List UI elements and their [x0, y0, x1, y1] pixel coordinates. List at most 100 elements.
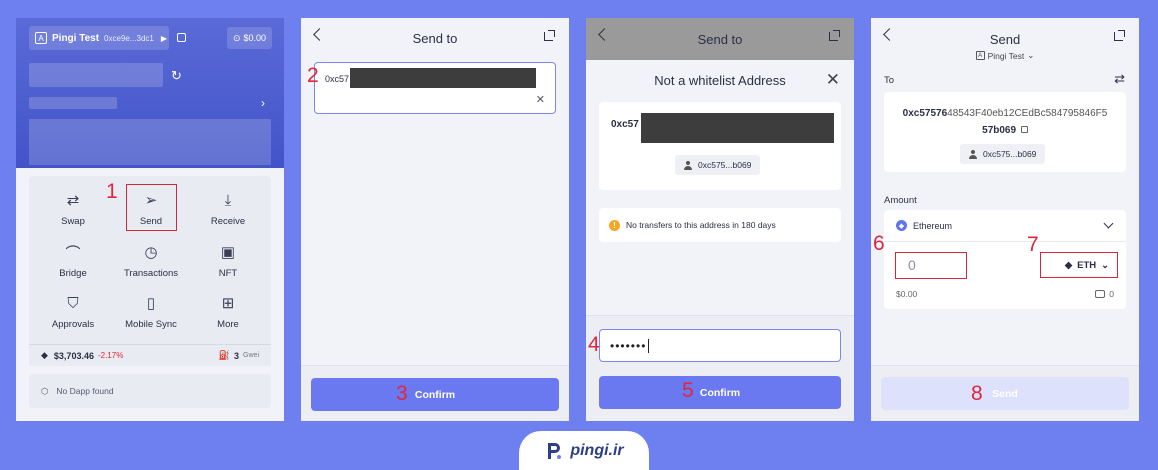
shield-icon: ⛉: [67, 294, 79, 312]
wallet-home-panel: A Pingi Test 0xce9e...3dc1 ▶ ⊙ $0.00 ↻ ›…: [16, 18, 284, 421]
confirm-label: Confirm: [699, 386, 741, 399]
clock-icon: ◷: [144, 244, 158, 261]
action-transactions[interactable]: ◷ Transactions: [111, 238, 191, 288]
asset-selector[interactable]: ◆ Ethereum: [884, 210, 1126, 242]
password-input[interactable]: •••••••: [599, 329, 841, 362]
address-input[interactable]: 0xc57 ✕: [314, 62, 556, 114]
to-label: To: [884, 75, 895, 86]
action-label: Transactions: [123, 268, 179, 279]
send-button[interactable]: Send: [881, 377, 1129, 410]
back-icon[interactable]: [598, 28, 611, 41]
action-swap[interactable]: ⇄ Swap: [33, 186, 113, 236]
gas-indicator[interactable]: ⛽ 3 Gwei: [219, 350, 259, 361]
back-icon[interactable]: [313, 28, 326, 41]
balance-value: $0.00: [243, 33, 267, 43]
copy-icon[interactable]: [177, 33, 186, 42]
chevron-right-icon[interactable]: ›: [261, 96, 265, 110]
swap-arrows-icon[interactable]: ⇄: [1114, 71, 1125, 87]
eth-change: -2.17%: [97, 351, 124, 360]
asset-name: Ethereum: [913, 220, 953, 231]
gas-unit: Gwei: [243, 352, 259, 359]
amount-label: Amount: [884, 195, 917, 206]
dapp-section: ⬡ No Dapp found: [29, 374, 271, 408]
step-6-label: 6: [873, 232, 885, 255]
chevron-down-icon: [1103, 218, 1114, 229]
confirm-button[interactable]: Confirm: [311, 378, 559, 411]
highlight-send: [126, 184, 177, 231]
highlight-amount: [895, 252, 967, 279]
account-badge: A: [35, 32, 47, 44]
whitelist-modal: Not a whitelist Address ✕ 0xc57 0xc575..…: [586, 60, 854, 421]
send-label: Send: [992, 387, 1018, 400]
address-chip[interactable]: 0xc575...b069: [960, 144, 1046, 164]
account-name: Pingi Test: [52, 32, 100, 44]
bridge-icon: ⌒: [65, 244, 81, 262]
usd-value: $0.00: [896, 289, 918, 299]
nft-icon: ▣: [220, 244, 236, 261]
account-address: 0xce9e...3dc1: [104, 33, 154, 43]
step-2-label: 2: [307, 64, 319, 87]
account-selector[interactable]: A Pingi Test ⌄: [871, 50, 1139, 61]
close-icon[interactable]: ✕: [826, 70, 840, 90]
grid-icon: ⊞: [221, 295, 235, 312]
warning-icon: !: [609, 219, 620, 231]
placeholder-line: [29, 97, 117, 109]
wallet-balance-value: 0: [1109, 289, 1114, 299]
address-tail: 57b069: [982, 125, 1017, 136]
redacted-block: [641, 113, 834, 143]
warning-text: No transfers to this address in 180 days: [626, 220, 776, 230]
page-title: Send: [989, 32, 1021, 47]
address-card: 0xc57 0xc575...b069: [599, 102, 841, 190]
wallet-icon: [1095, 290, 1106, 298]
clear-icon[interactable]: ✕: [536, 93, 545, 106]
warning-card: ! No transfers to this address in 180 da…: [599, 208, 841, 242]
highlight-token: [1040, 252, 1118, 278]
eth-price: $3,703.46: [53, 350, 94, 361]
expand-icon[interactable]: [829, 30, 840, 41]
ethereum-icon: ◆: [896, 220, 907, 231]
action-nft[interactable]: ▣ NFT: [188, 238, 268, 288]
action-label: Swap: [61, 216, 85, 227]
placeholder-banner: [29, 119, 271, 165]
swap-icon: ⇄: [66, 192, 80, 209]
send-panel: Send A Pingi Test ⌄ To ⇄ 0xc5757648543F4…: [871, 18, 1139, 421]
gas-value: 3: [234, 350, 240, 361]
address-text: 0xc57: [325, 74, 350, 84]
action-receive[interactable]: ⤓ Receive: [188, 186, 268, 236]
pingi-logo-icon: [548, 442, 562, 459]
copy-icon[interactable]: [1020, 126, 1028, 133]
action-bridge[interactable]: ⌒ Bridge: [33, 238, 113, 288]
address-chip[interactable]: 0xc575...b069: [675, 155, 761, 175]
gas-pump-icon: ⛽: [218, 350, 231, 360]
refresh-icon[interactable]: ↻: [171, 68, 182, 84]
action-mobile-sync[interactable]: ▯ Mobile Sync: [111, 289, 191, 339]
wallet-balance: 0: [1095, 289, 1114, 299]
send-to-topbar: Send to: [586, 18, 854, 60]
text-caret: [648, 338, 650, 353]
receive-icon: ⤓: [224, 191, 232, 209]
confirm-button[interactable]: Confirm: [599, 376, 841, 409]
step-4-label: 4: [588, 333, 600, 356]
expand-icon[interactable]: [544, 30, 555, 41]
cube-icon: ⬡: [41, 385, 49, 396]
redacted-block: [350, 68, 536, 88]
account-selector[interactable]: A Pingi Test 0xce9e...3dc1 ▶: [29, 26, 169, 50]
send-to-panel: Send to 0xc57 ✕ 2 Confirm 3: [301, 18, 569, 421]
action-more[interactable]: ⊞ More: [188, 289, 268, 339]
recipient-address: 0xc5757648543F40eb12CEdBc584795846F5: [894, 108, 1116, 119]
logo-tab: pingi.ir: [519, 431, 649, 470]
action-label: Bridge: [59, 268, 87, 279]
action-label: Receive: [210, 216, 246, 227]
expand-icon[interactable]: [1114, 30, 1125, 41]
password-mask: •••••••: [610, 338, 647, 353]
placeholder-block: [29, 63, 163, 87]
action-approvals[interactable]: ⛉ Approvals: [33, 289, 113, 339]
wallet-header: A Pingi Test 0xce9e...3dc1 ▶ ⊙ $0.00 ↻ ›: [16, 18, 284, 168]
eth-icon: ◆: [41, 350, 48, 360]
person-icon: [684, 160, 692, 170]
modal-title: Not a whitelist Address: [654, 73, 786, 88]
action-label: Approvals: [51, 319, 95, 330]
step-7-label: 7: [1027, 233, 1039, 256]
address-rest: 48543F40eb12CEdBc584795846F5: [947, 108, 1108, 119]
balance-pill[interactable]: ⊙ $0.00: [227, 27, 272, 49]
